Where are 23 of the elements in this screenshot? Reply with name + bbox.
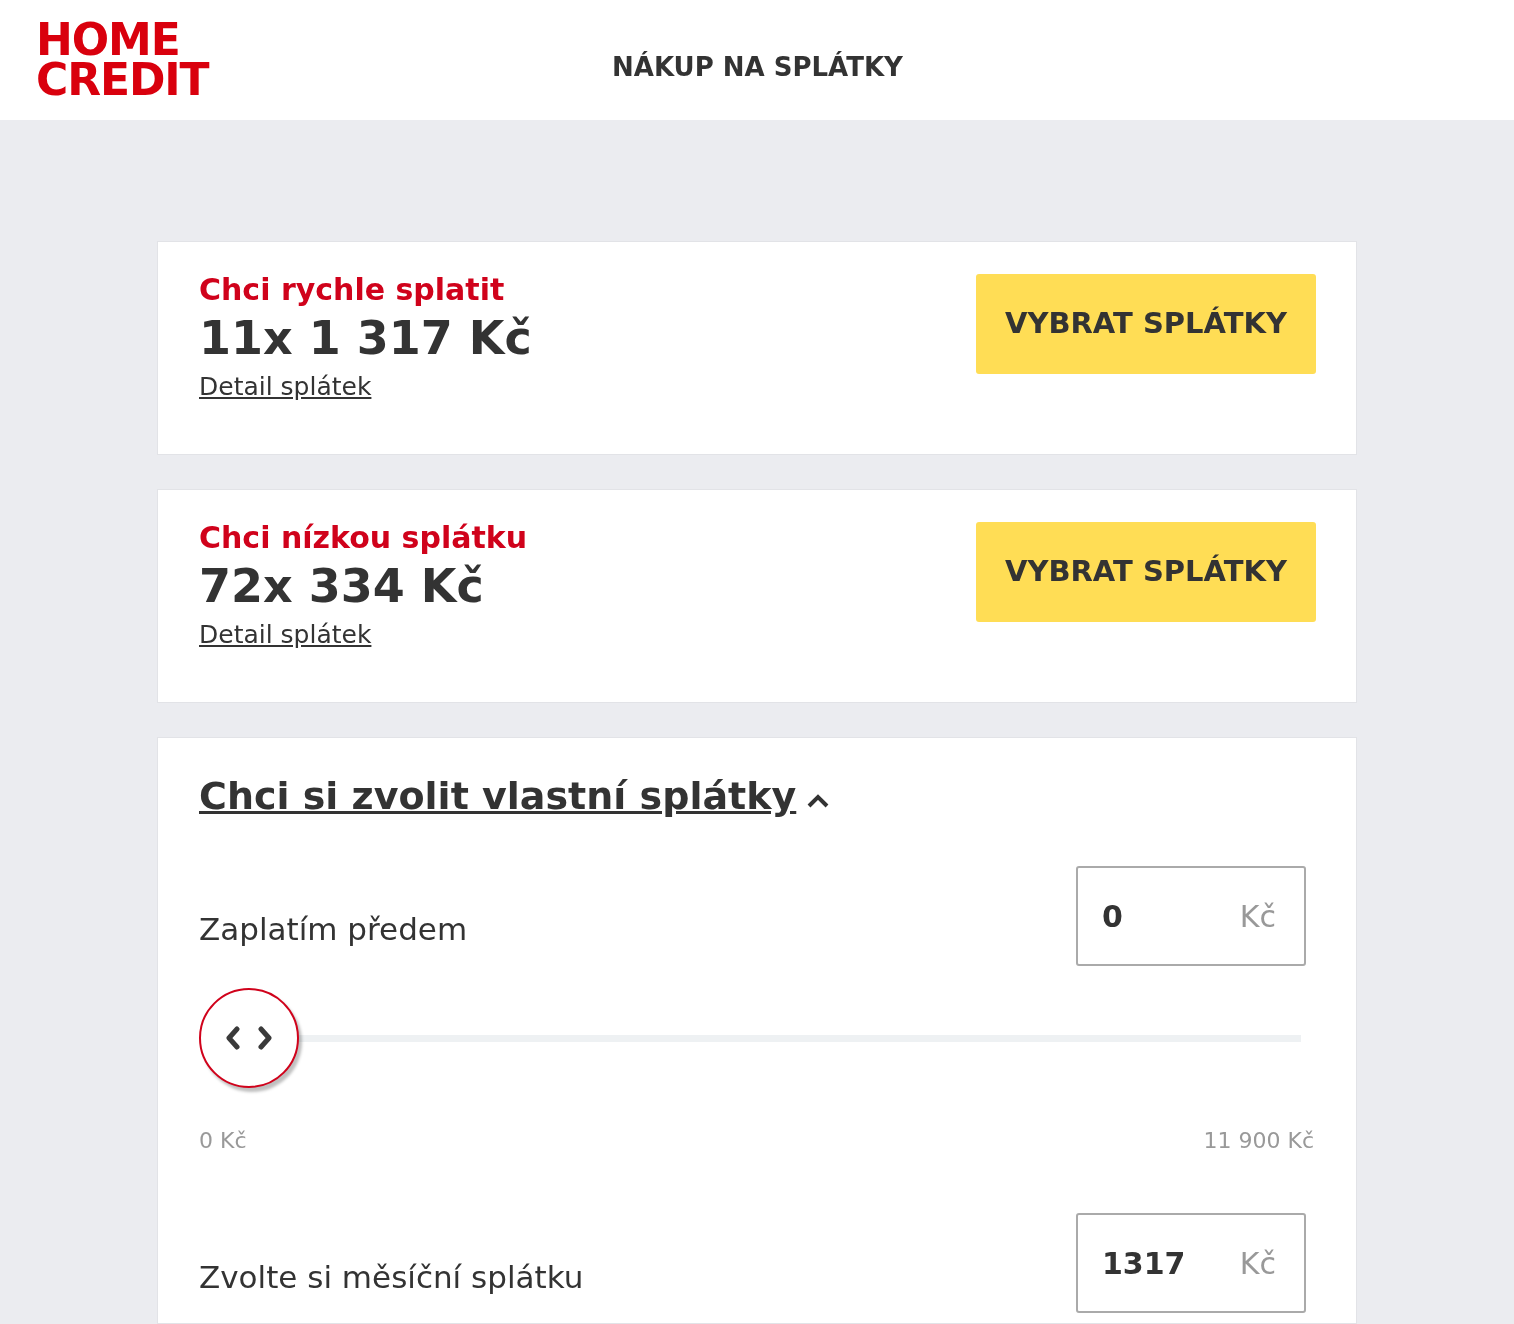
select-button[interactable]: VYBRAT SPLÁTKY <box>976 522 1316 622</box>
currency-unit: Kč <box>1239 897 1276 936</box>
logo[interactable]: HOME CREDIT <box>36 20 209 100</box>
page-title: NÁKUP NA SPLÁTKY <box>612 50 903 84</box>
currency-unit: Kč <box>1239 1244 1276 1283</box>
offer-title: Chci nízkou splátku <box>199 519 528 557</box>
select-button[interactable]: VYBRAT SPLÁTKY <box>976 274 1316 374</box>
custom-toggle-link[interactable]: Chci si zvolit vlastní splátky <box>199 770 797 822</box>
chevron-up-icon[interactable] <box>806 793 831 809</box>
slider-min-label: 0 Kč <box>199 1127 247 1155</box>
detail-link[interactable]: Detail splátek <box>199 618 372 652</box>
offer-title: Chci rychle splatit <box>199 271 506 309</box>
offer-amount: 72x 334 Kč <box>199 558 485 614</box>
field-label: Zvolte si měsíční splátku <box>199 1258 584 1297</box>
field-value: 1317 <box>1102 1244 1186 1283</box>
detail-link[interactable]: Detail splátek <box>199 370 372 404</box>
left-right-arrows-icon <box>224 1025 274 1051</box>
offer-amount: 11x 1 317 Kč <box>199 310 532 366</box>
field-value: 0 <box>1102 897 1123 936</box>
amount-field[interactable]: 1317 Kč <box>1076 1213 1306 1313</box>
field-label: Zaplatím předem <box>199 910 468 949</box>
amount-field[interactable]: 0 Kč <box>1076 866 1306 966</box>
slider-max-label: 11 900 Kč <box>1203 1127 1314 1155</box>
